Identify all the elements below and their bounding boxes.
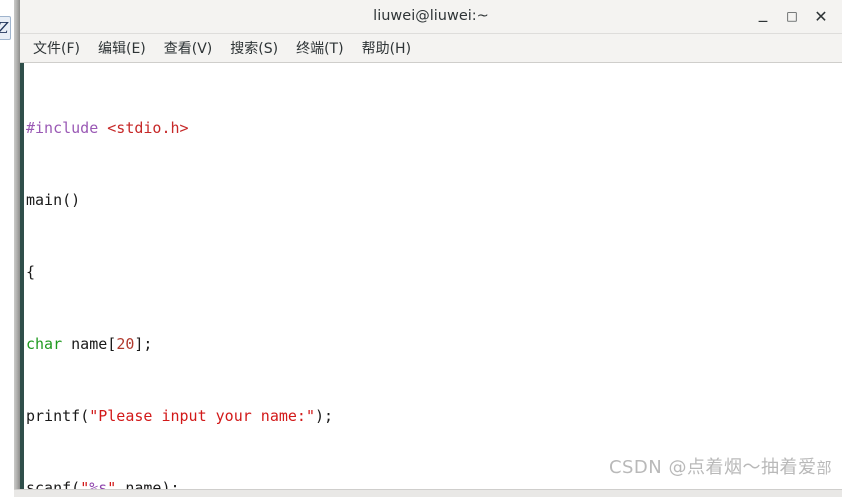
token-paren-open: (	[80, 407, 90, 425]
token-array-size: 20	[116, 335, 135, 353]
menu-item-terminal[interactable]: 终端(T)	[287, 35, 352, 62]
menu-item-edit[interactable]: 编辑(E)	[89, 35, 155, 62]
code-line: printf("Please input your name:");	[26, 407, 842, 425]
token-include-directive: #include	[26, 119, 99, 137]
token-paren-close: )	[315, 407, 325, 425]
edge-icon-glyph: Z	[0, 18, 8, 38]
code-line: #include <stdio.h>	[26, 119, 842, 137]
token-bracket-open: [	[107, 335, 117, 353]
code-line: char name[20];	[26, 335, 842, 353]
token-main-decl: main()	[26, 191, 81, 209]
token-semicolon: ;	[324, 407, 334, 425]
desktop-edge-icon[interactable]: Z	[0, 16, 11, 40]
code-line: main()	[26, 191, 842, 209]
window-titlebar[interactable]: liuwei@liuwei:~ _ □ ✕	[20, 0, 842, 34]
maximize-button[interactable]: □	[779, 0, 805, 33]
window-frame-bottom-edge	[14, 489, 842, 497]
close-button[interactable]: ✕	[808, 0, 834, 33]
code-line: {	[26, 263, 842, 281]
token-semicolon: ;	[143, 335, 153, 353]
menu-item-view[interactable]: 查看(V)	[155, 35, 222, 62]
menu-item-search[interactable]: 搜索(S)	[221, 35, 287, 62]
vim-editor-buffer[interactable]: #include <stdio.h> main() { char name[20…	[24, 65, 842, 493]
terminal-window: liuwei@liuwei:~ _ □ ✕ 文件(F) 编辑(E) 查看(V) …	[20, 0, 842, 497]
terminal-screen[interactable]: #include <stdio.h> main() { char name[20…	[20, 63, 842, 497]
token-var-name: name	[71, 335, 108, 353]
token-header: <stdio.h>	[107, 119, 189, 137]
token-type-char: char	[26, 335, 63, 353]
token-brace-open: {	[26, 263, 36, 281]
token-printf: printf	[26, 407, 81, 425]
window-title: liuwei@liuwei:~	[373, 8, 489, 24]
menu-item-file[interactable]: 文件(F)	[24, 35, 89, 62]
token-string-prompt: "Please input your name:"	[89, 407, 315, 425]
menu-bar: 文件(F) 编辑(E) 查看(V) 搜索(S) 终端(T) 帮助(H)	[20, 34, 842, 63]
menu-item-help[interactable]: 帮助(H)	[353, 35, 420, 62]
minimize-button[interactable]: _	[750, 0, 776, 33]
